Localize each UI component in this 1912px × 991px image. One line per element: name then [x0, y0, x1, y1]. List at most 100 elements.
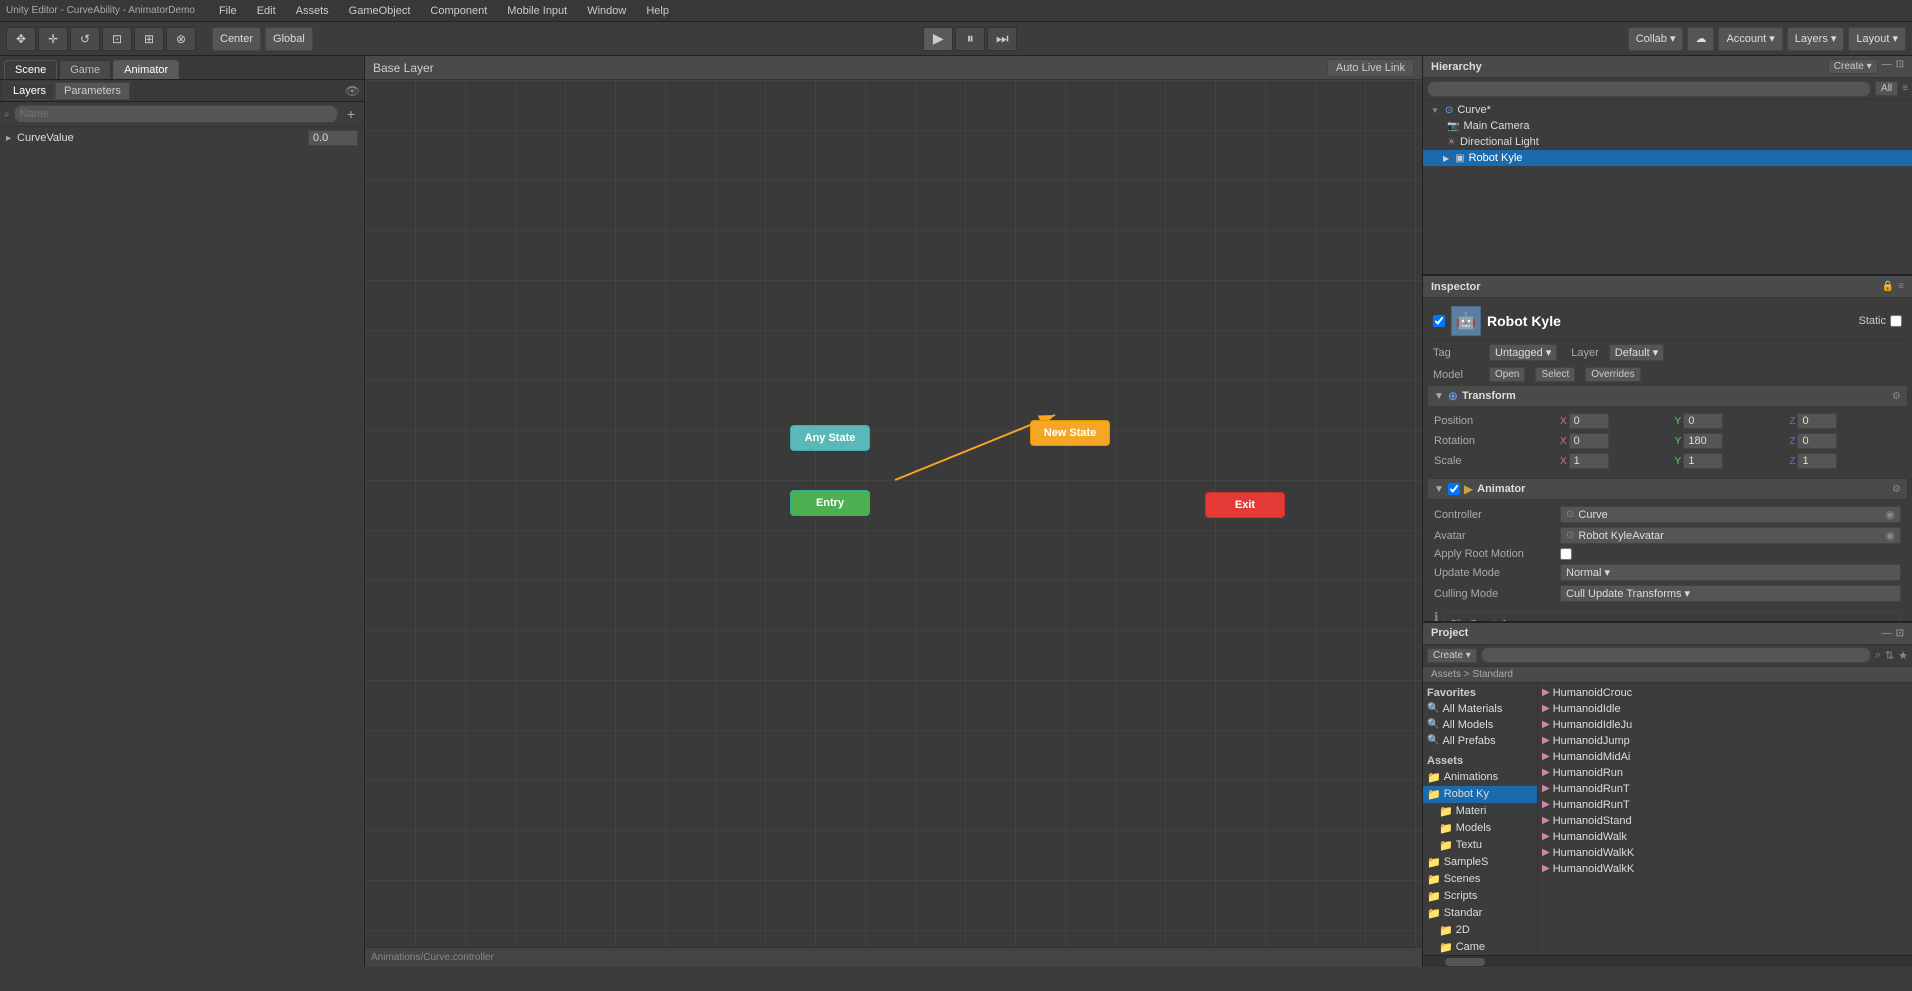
params-tab[interactable]: Parameters [55, 82, 130, 100]
project-scrollbar-thumb[interactable] [1445, 958, 1485, 966]
model-open-button[interactable]: Open [1489, 367, 1525, 382]
proj-materials[interactable]: 📁 Materi [1423, 803, 1537, 820]
add-param-button[interactable]: + [342, 105, 360, 123]
menu-gameobject[interactable]: GameObject [345, 3, 415, 19]
proj-item-5[interactable]: ▶ HumanoidRun [1538, 765, 1912, 781]
layers-button[interactable]: Layers ▾ [1787, 27, 1845, 51]
proj-2d[interactable]: 📁 2D [1423, 922, 1537, 939]
hand-tool[interactable]: ✥ [6, 27, 36, 51]
menu-mobile-input[interactable]: Mobile Input [503, 3, 571, 19]
scale-x-input[interactable] [1569, 453, 1609, 469]
proj-item-11[interactable]: ▶ HumanoidWalkK [1538, 861, 1912, 877]
inspector-lock-icon[interactable]: 🔒 [1882, 281, 1894, 292]
minus-icon[interactable]: — [1882, 59, 1892, 74]
auto-live-button[interactable]: Auto Live Link [1327, 59, 1414, 77]
sort-icon[interactable]: ⇅ [1885, 649, 1894, 662]
star-icon[interactable]: ★ [1898, 649, 1908, 662]
menu-edit[interactable]: Edit [253, 3, 280, 19]
proj-standard[interactable]: 📁 Standar [1423, 905, 1537, 922]
layout-button[interactable]: Layout ▾ [1848, 27, 1906, 51]
hierarchy-options-icon[interactable]: ≡ [1902, 83, 1908, 94]
proj-all-models[interactable]: 🔍 All Models [1423, 717, 1537, 733]
hierarchy-scene-root[interactable]: ▼ ⊙ Curve* [1423, 102, 1912, 118]
proj-robot-kyle[interactable]: 📁 Robot Ky [1423, 786, 1537, 803]
inspector-menu-icon[interactable]: ≡ [1898, 281, 1904, 292]
update-mode-dropdown[interactable]: Normal ▾ [1560, 564, 1901, 581]
scale-tool[interactable]: ⊡ [102, 27, 132, 51]
proj-item-1[interactable]: ▶ HumanoidIdle [1538, 701, 1912, 717]
culling-mode-dropdown[interactable]: Cull Update Transforms ▾ [1560, 585, 1901, 602]
proj-item-8[interactable]: ▶ HumanoidStand [1538, 813, 1912, 829]
transform-tool[interactable]: ⊗ [166, 27, 196, 51]
transform-settings-icon[interactable]: ⚙ [1892, 391, 1901, 402]
global-toggle[interactable]: Global [265, 27, 313, 51]
obj-active-checkbox[interactable] [1433, 315, 1445, 327]
project-maximize-icon[interactable]: ⊡ [1896, 628, 1904, 639]
project-create-button[interactable]: Create ▾ [1427, 648, 1477, 663]
proj-item-0[interactable]: ▶ HumanoidCrouc [1538, 685, 1912, 701]
controller-circle-btn[interactable]: ◉ [1885, 508, 1895, 521]
move-tool[interactable]: ✛ [38, 27, 68, 51]
hierarchy-item-dir-light[interactable]: ☀ Directional Light [1423, 134, 1912, 150]
hierarchy-create-button[interactable]: Create ▾ [1828, 59, 1878, 74]
animator-enabled-checkbox[interactable] [1448, 483, 1460, 495]
tab-scene[interactable]: Scene [4, 60, 57, 79]
proj-item-9[interactable]: ▶ HumanoidWalk [1538, 829, 1912, 845]
scale-z-input[interactable] [1797, 453, 1837, 469]
avatar-circle-btn[interactable]: ◉ [1885, 529, 1895, 542]
position-z-input[interactable] [1797, 413, 1837, 429]
proj-item-6[interactable]: ▶ HumanoidRunT [1538, 781, 1912, 797]
position-x-input[interactable] [1569, 413, 1609, 429]
layer-dropdown[interactable]: Default ▾ [1609, 344, 1664, 361]
hierarchy-all-button[interactable]: All [1875, 81, 1898, 96]
project-minus-icon[interactable]: — [1882, 628, 1892, 639]
rect-tool[interactable]: ⊞ [134, 27, 164, 51]
rotation-y-input[interactable] [1683, 433, 1723, 449]
proj-textures[interactable]: 📁 Textu [1423, 837, 1537, 854]
param-search-input[interactable] [14, 105, 338, 123]
proj-item-7[interactable]: ▶ HumanoidRunT [1538, 797, 1912, 813]
animator-comp-header[interactable]: ▼ ▶ Animator ⚙ [1427, 478, 1908, 500]
model-overrides-button[interactable]: Overrides [1585, 367, 1640, 382]
animator-settings-icon[interactable]: ⚙ [1892, 484, 1901, 495]
state-any-state[interactable]: Any State [790, 425, 870, 451]
scale-y-input[interactable] [1683, 453, 1723, 469]
hierarchy-item-main-camera[interactable]: 📷 Main Camera [1423, 118, 1912, 134]
layers-tab[interactable]: Layers [4, 82, 55, 100]
proj-camera[interactable]: 📁 Came [1423, 939, 1537, 956]
apply-root-checkbox[interactable] [1560, 548, 1572, 560]
proj-all-materials[interactable]: 🔍 All Materials [1423, 701, 1537, 717]
param-value-input[interactable] [308, 130, 358, 146]
position-y-input[interactable] [1683, 413, 1723, 429]
search-icon[interactable]: ⌕ [1875, 649, 1881, 662]
project-scrollbar[interactable] [1423, 955, 1912, 967]
play-button[interactable]: ▶ [923, 27, 953, 51]
menu-assets[interactable]: Assets [292, 3, 333, 19]
proj-item-3[interactable]: ▶ HumanoidJump [1538, 733, 1912, 749]
state-entry[interactable]: Entry [790, 490, 870, 516]
state-exit[interactable]: Exit [1205, 492, 1285, 518]
tab-game[interactable]: Game [59, 60, 111, 79]
collab-button[interactable]: Collab ▾ [1628, 27, 1684, 51]
rotation-x-input[interactable] [1569, 433, 1609, 449]
rotation-z-input[interactable] [1797, 433, 1837, 449]
step-button[interactable]: ⏭ [987, 27, 1017, 51]
tag-dropdown[interactable]: Untagged ▾ [1489, 344, 1557, 361]
proj-item-10[interactable]: ▶ HumanoidWalkK [1538, 845, 1912, 861]
pause-button[interactable]: ⏸ [955, 27, 985, 51]
menu-help[interactable]: Help [642, 3, 673, 19]
proj-all-prefabs[interactable]: 🔍 All Prefabs [1423, 733, 1537, 749]
menu-file[interactable]: File [215, 3, 241, 19]
cloud-button[interactable]: ☁ [1687, 27, 1714, 51]
proj-models[interactable]: 📁 Models [1423, 820, 1537, 837]
hierarchy-search-input[interactable] [1427, 81, 1871, 97]
hierarchy-item-robot-kyle[interactable]: ▶ ▣ Robot Kyle [1423, 150, 1912, 166]
tab-animator[interactable]: Animator [113, 60, 179, 79]
state-new-state[interactable]: New State [1030, 420, 1110, 446]
proj-item-2[interactable]: ▶ HumanoidIdleJu [1538, 717, 1912, 733]
center-toggle[interactable]: Center [212, 27, 261, 51]
proj-sample-scenes[interactable]: 📁 SampleS [1423, 854, 1537, 871]
account-button[interactable]: Account ▾ [1718, 27, 1782, 51]
static-checkbox[interactable] [1890, 315, 1902, 327]
menu-window[interactable]: Window [583, 3, 630, 19]
